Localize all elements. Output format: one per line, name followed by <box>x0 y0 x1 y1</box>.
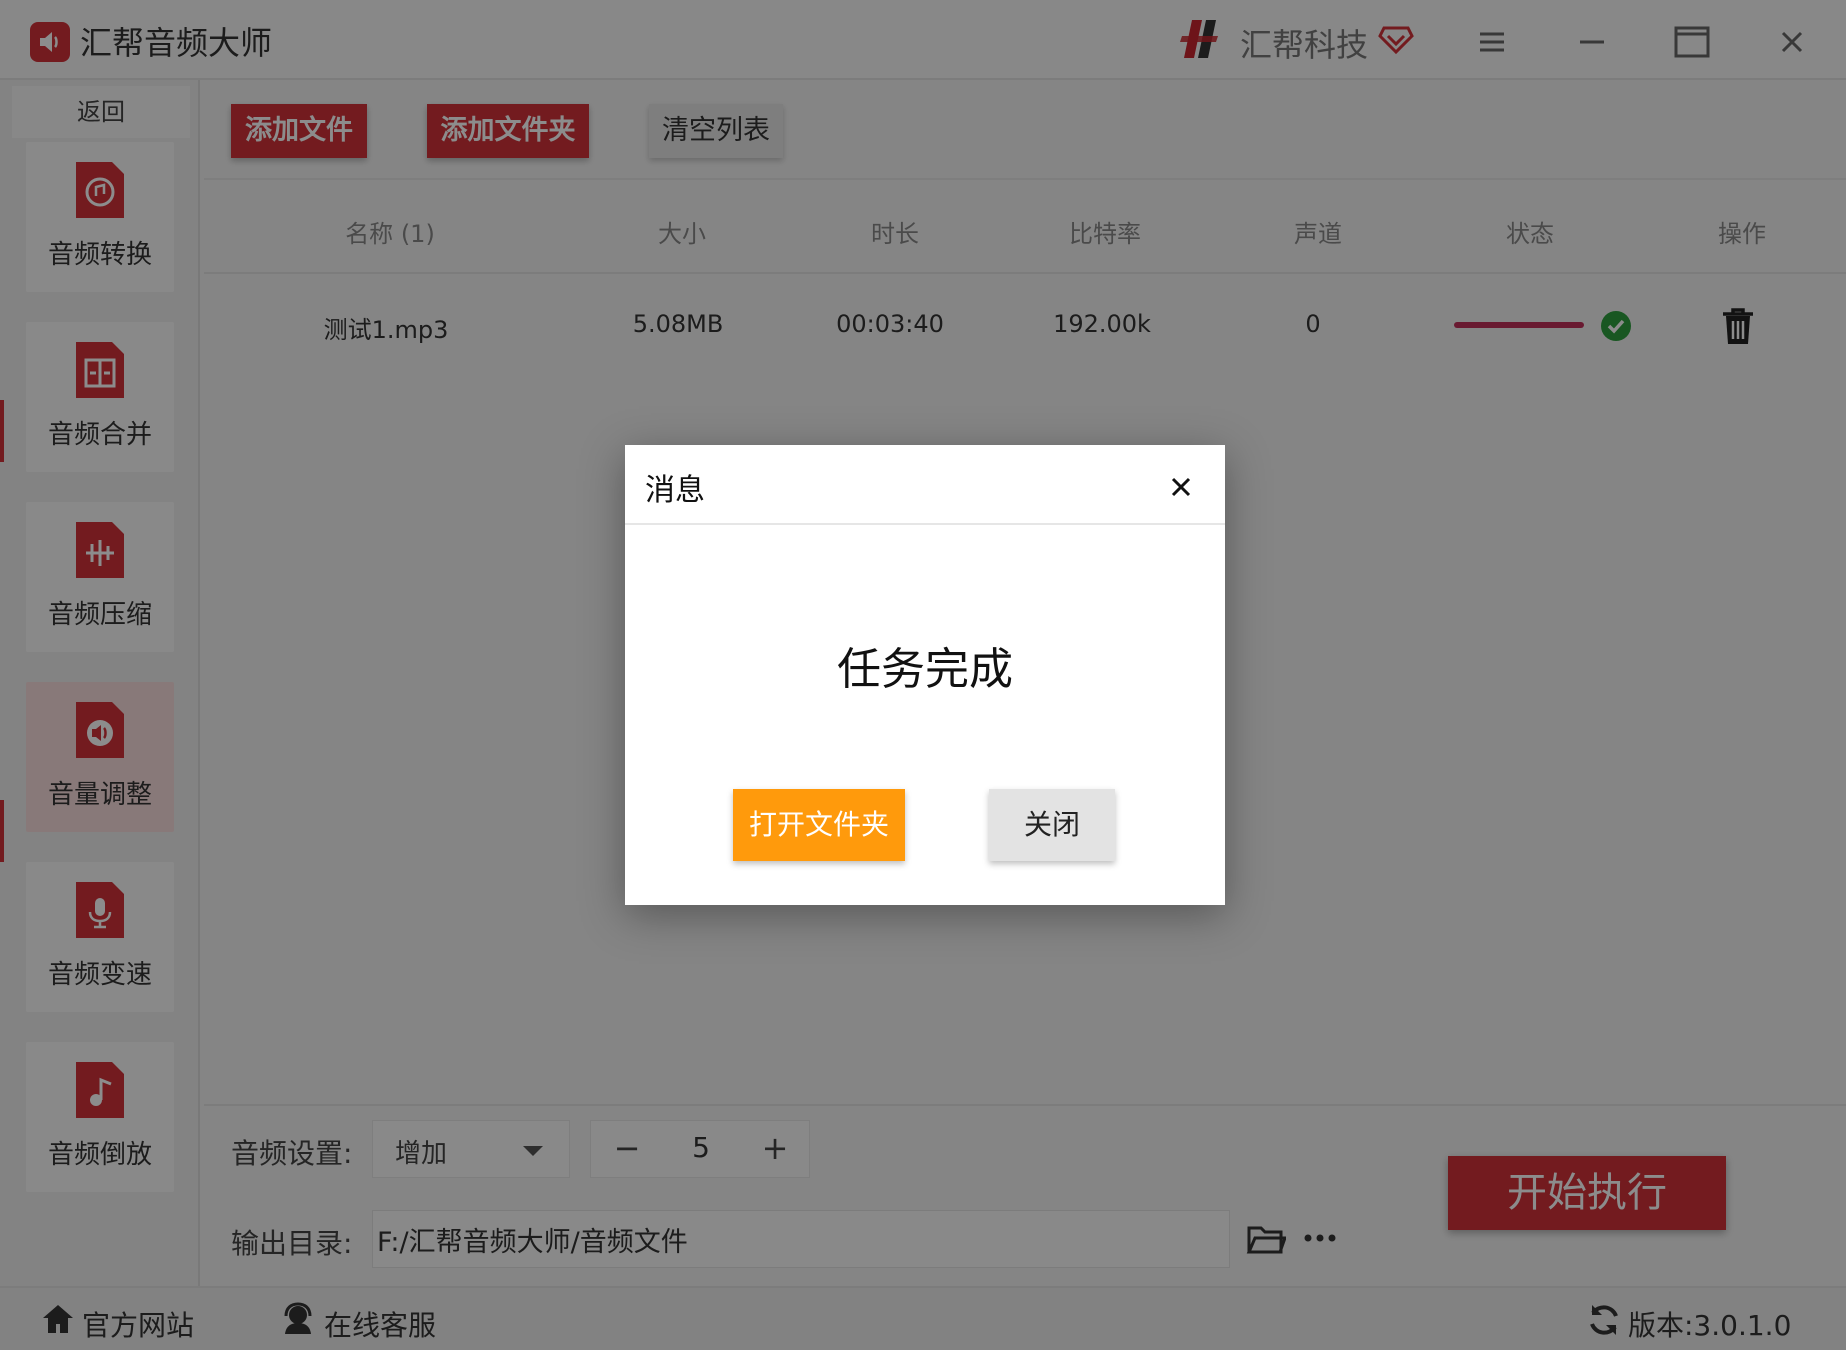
close-dialog-button[interactable]: 关闭 <box>989 789 1115 861</box>
open-folder-button[interactable]: 打开文件夹 <box>733 789 905 861</box>
message-dialog: 消息 任务完成 打开文件夹 关闭 <box>625 445 1225 905</box>
divider <box>625 523 1225 525</box>
dialog-title: 消息 <box>645 473 705 508</box>
dialog-message: 任务完成 <box>837 644 1013 695</box>
close-icon[interactable] <box>1161 467 1201 507</box>
app-window: 汇帮音频大师 汇帮科技 返回 音频转换 音频合并 音频压缩 音量调整 音频变速 … <box>0 0 1846 1350</box>
